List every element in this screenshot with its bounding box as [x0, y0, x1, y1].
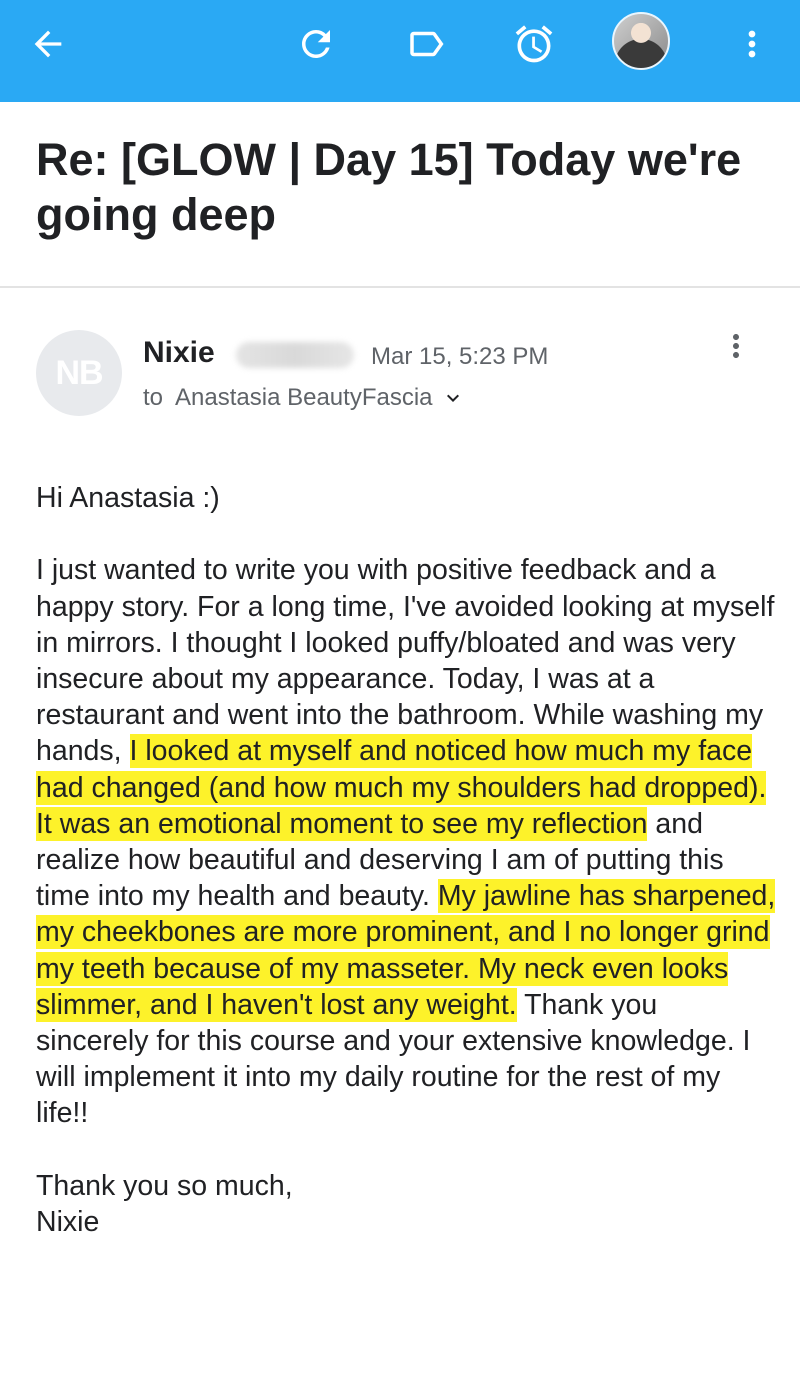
closing-line: Thank you so much,	[36, 1169, 293, 1202]
message-more-icon[interactable]	[716, 322, 756, 370]
email-subject: Re: [GLOW | Day 15] Today we're going de…	[36, 134, 742, 240]
sender-avatar[interactable]: NB	[36, 330, 122, 416]
chevron-down-icon	[446, 394, 459, 402]
email-date: Mar 15, 5:23 PM	[371, 343, 549, 370]
greeting: Hi Anastasia :)	[36, 482, 220, 514]
signature: Nixie	[36, 1206, 100, 1239]
recipient-text: to Anastasia BeautyFascia	[143, 384, 433, 411]
refresh-icon[interactable]	[288, 16, 344, 72]
alarm-clock-icon[interactable]	[506, 16, 562, 72]
redacted-surname	[236, 342, 354, 368]
closing-block: Thank you so much, Nixie	[36, 1168, 776, 1240]
arrow-back-icon[interactable]	[20, 16, 76, 72]
app-toolbar	[0, 0, 800, 102]
label-icon[interactable]	[398, 16, 454, 72]
body-paragraph: I just wanted to write you with positive…	[36, 552, 776, 1131]
account-avatar[interactable]	[612, 12, 670, 70]
more-vert-icon[interactable]	[724, 16, 780, 72]
email-body: Hi Anastasia :) I just wanted to write y…	[36, 480, 776, 1240]
recipient-details-toggle[interactable]: to Anastasia BeautyFascia	[143, 384, 465, 412]
sender-name: Nixie	[143, 336, 215, 369]
divider	[0, 286, 800, 288]
